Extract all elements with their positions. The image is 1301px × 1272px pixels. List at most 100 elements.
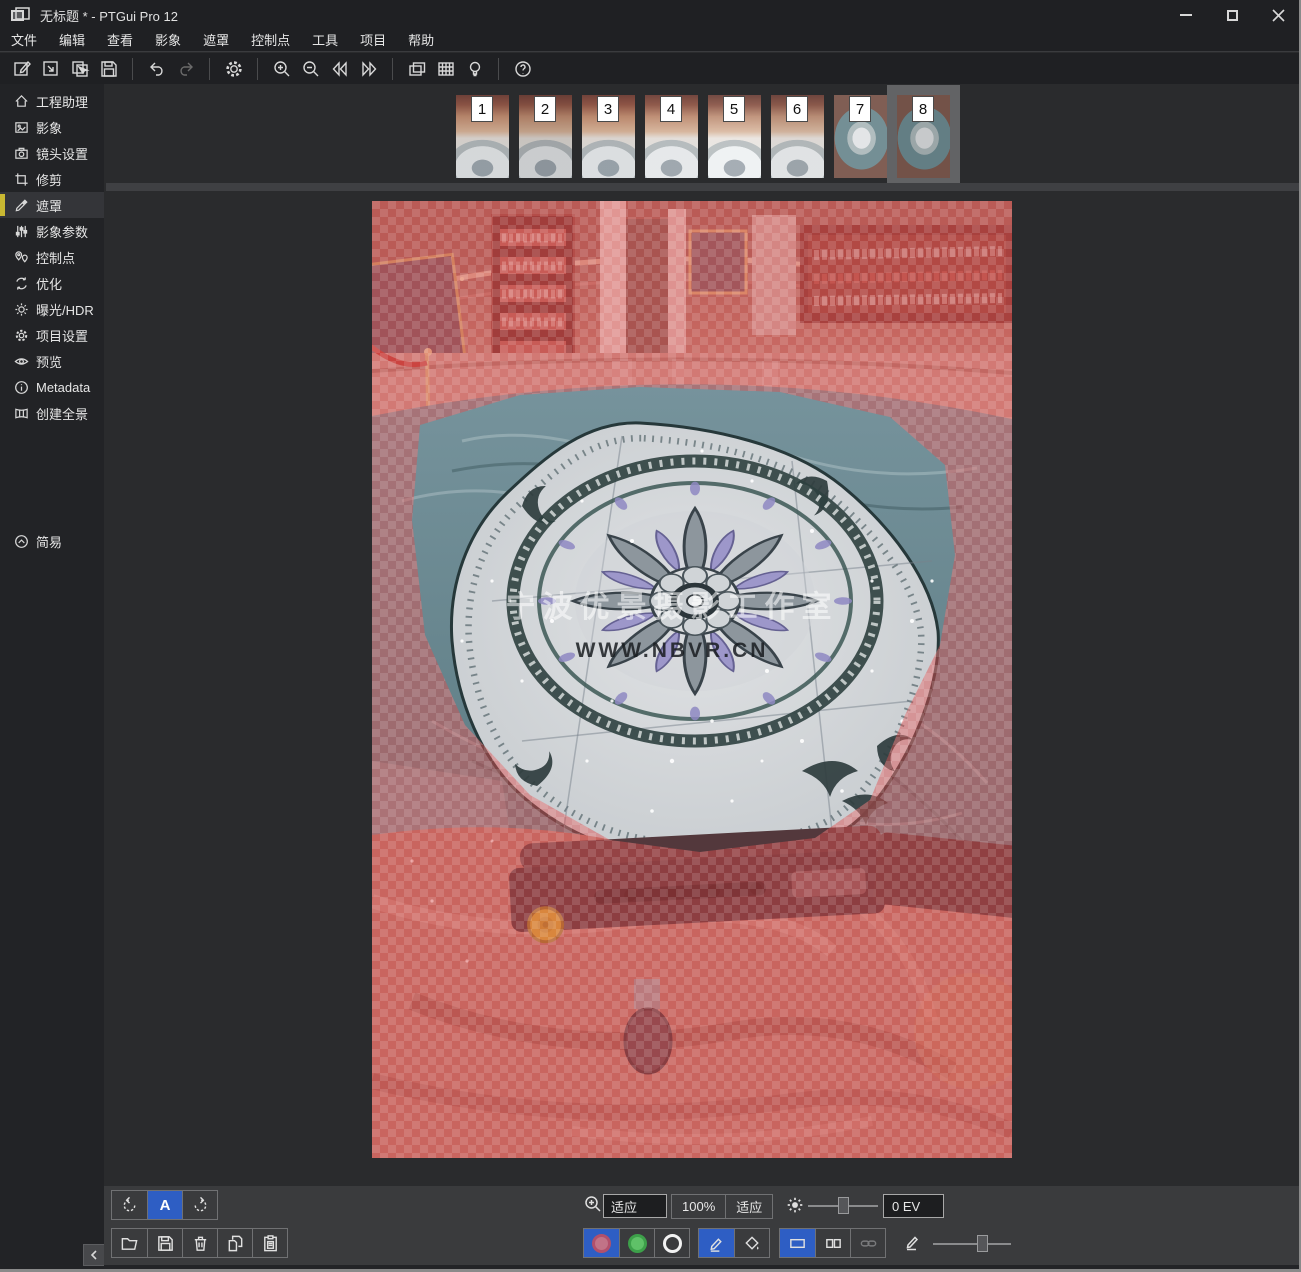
redo-button[interactable] [172, 56, 199, 82]
sidebar-item-preview[interactable]: 预览 [0, 348, 104, 374]
sidebar-item-images[interactable]: 影象 [0, 114, 104, 140]
crop-icon [14, 172, 29, 187]
brightness-slider[interactable] [808, 1197, 878, 1214]
thumbnail-6[interactable]: 6 [771, 95, 824, 178]
mask-red-button[interactable] [584, 1229, 619, 1257]
split-view-icon [824, 1234, 843, 1253]
watermark-url-text: WWW.NBVR.CN [576, 639, 769, 662]
sidebar-item-control-points[interactable]: 控制点 [0, 244, 104, 270]
save-mask-button[interactable] [147, 1229, 182, 1257]
menu-file[interactable]: 文件 [0, 30, 48, 52]
single-view-button[interactable] [780, 1229, 815, 1257]
paste-mask-button[interactable] [252, 1229, 287, 1257]
image-icon [14, 120, 29, 135]
thumbnail-number: 5 [723, 96, 745, 122]
apply-template-icon [70, 59, 90, 79]
new-project-button[interactable] [8, 56, 35, 82]
sidebar-item-metadata[interactable]: Metadata [0, 374, 104, 400]
rotate-cw-button[interactable] [182, 1191, 217, 1219]
zoom-out-button[interactable] [297, 56, 324, 82]
sidebar-item-simple-mode[interactable]: 简易 [0, 528, 104, 554]
zoom-100-button[interactable]: 100% [672, 1195, 725, 1218]
thumbnail-5[interactable]: 5 [708, 95, 761, 178]
exposure-icon [14, 302, 29, 317]
brush-size-slider-handle[interactable] [977, 1235, 988, 1252]
rotate-ccw-button[interactable] [112, 1191, 147, 1219]
menu-project[interactable]: 项目 [349, 30, 397, 52]
open-project-button[interactable] [37, 56, 64, 82]
thumbnail-scrollbar[interactable] [106, 183, 1299, 191]
fill-tool-button[interactable] [734, 1229, 769, 1257]
detail-viewer-button[interactable] [432, 56, 459, 82]
delete-mask-button[interactable] [182, 1229, 217, 1257]
menu-control-points[interactable]: 控制点 [240, 30, 301, 52]
mask-brush-icon [14, 198, 29, 213]
thumbnail-7[interactable]: 7 [834, 95, 887, 178]
thumbnail-3[interactable]: 3 [582, 95, 635, 178]
sidebar-item-lens-settings[interactable]: 镜头设置 [0, 140, 104, 166]
thumbnail-4[interactable]: 4 [645, 95, 698, 178]
rotate-cw-icon [191, 1196, 210, 1215]
redo-icon [176, 59, 196, 79]
zoom-in-button[interactable] [268, 56, 295, 82]
menu-tools[interactable]: 工具 [301, 30, 349, 52]
sidebar-item-crop[interactable]: 修剪 [0, 166, 104, 192]
control-points-icon [14, 250, 29, 265]
menu-view[interactable]: 查看 [96, 30, 144, 52]
panorama-editor-button[interactable] [403, 56, 430, 82]
copy-mask-button[interactable] [217, 1229, 252, 1257]
split-view-button[interactable] [815, 1229, 850, 1257]
apply-template-button[interactable] [66, 56, 93, 82]
erase-mask-icon [663, 1234, 682, 1253]
undo-button[interactable] [143, 56, 170, 82]
cp-assistant-button[interactable] [461, 56, 488, 82]
next-image-button[interactable] [355, 56, 382, 82]
menu-edit[interactable]: 编辑 [48, 30, 96, 52]
thumbnail-2[interactable]: 2 [519, 95, 572, 178]
sidebar-item-project-assistant[interactable]: 工程助理 [0, 88, 104, 114]
sidebar-item-image-parameters[interactable]: 影象参数 [0, 218, 104, 244]
thumbnail-8-selected[interactable]: 8 [897, 95, 950, 178]
zoom-in-icon [272, 59, 292, 79]
brush-tool-button[interactable] [699, 1229, 734, 1257]
maximize-icon [1227, 10, 1238, 21]
zoom-mode-select[interactable]: 适应 [603, 1194, 667, 1218]
close-button[interactable] [1255, 0, 1301, 30]
save-project-button[interactable] [95, 56, 122, 82]
settings-button[interactable] [220, 56, 247, 82]
view-mode-group [779, 1228, 886, 1258]
link-views-button[interactable] [850, 1229, 885, 1257]
brightness-slider-handle[interactable] [838, 1197, 849, 1214]
sun-icon [786, 1196, 804, 1214]
create-panorama-icon [14, 406, 29, 421]
ev-input[interactable]: 0 EV [883, 1194, 944, 1218]
collapse-sidebar-button[interactable] [83, 1244, 105, 1266]
previous-image-button[interactable] [326, 56, 353, 82]
menu-images[interactable]: 影象 [144, 30, 192, 52]
sidebar-item-project-settings[interactable]: 项目设置 [0, 322, 104, 348]
mask-erase-button[interactable] [654, 1229, 689, 1257]
window-title: 无标题 * - PTGui Pro 12 [40, 6, 178, 25]
mask-file-group [111, 1228, 288, 1258]
thumbnail-number: 1 [471, 96, 493, 122]
mask-editor-canvas[interactable]: 宁波优景摄影工作室 WWW.NBVR.CN [372, 201, 1012, 1158]
sidebar-item-exposure-hdr[interactable]: 曝光/HDR [0, 296, 104, 322]
trash-icon [191, 1234, 210, 1253]
menu-mask[interactable]: 遮罩 [192, 30, 240, 52]
maximize-button[interactable] [1209, 0, 1255, 30]
sidebar-item-mask[interactable]: 遮罩 [0, 192, 104, 218]
zoom-fit-button[interactable]: 适应 [725, 1195, 772, 1218]
thumbnail-number: 3 [597, 96, 619, 122]
thumbnail-1[interactable]: 1 [456, 95, 509, 178]
minimize-button[interactable] [1163, 0, 1209, 30]
ptgui-window: 无标题 * - PTGui Pro 12 文件 编辑 查看 影象 遮罩 控制点 … [0, 0, 1301, 1272]
main-toolbar [0, 53, 1301, 84]
help-button[interactable] [509, 56, 536, 82]
mask-green-button[interactable] [619, 1229, 654, 1257]
menu-help[interactable]: 帮助 [397, 30, 445, 52]
brush-size-slider[interactable] [933, 1235, 1011, 1252]
open-mask-button[interactable] [112, 1229, 147, 1257]
sidebar-item-create-panorama[interactable]: 创建全景 [0, 400, 104, 426]
auto-mask-button[interactable]: A [147, 1191, 182, 1219]
sidebar-item-optimize[interactable]: 优化 [0, 270, 104, 296]
